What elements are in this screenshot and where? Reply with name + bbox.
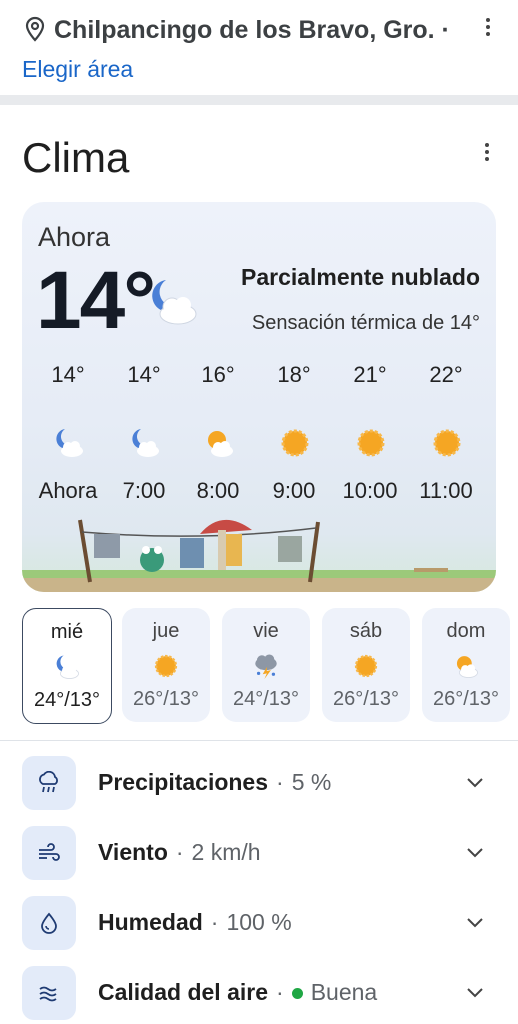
rain-cloud-icon xyxy=(39,771,58,793)
day-item[interactable]: dom 26°/13° xyxy=(422,608,510,722)
air-quality-icon-box xyxy=(22,966,76,1020)
wind-value: 2 km/h xyxy=(191,839,261,865)
chevron-down-icon[interactable] xyxy=(466,986,484,1000)
location-more-icon[interactable] xyxy=(484,18,492,40)
precipitation-row[interactable]: Precipitaciones · 5 % xyxy=(22,756,496,812)
day-item[interactable]: sáb 26°/13° xyxy=(322,608,410,722)
hour-time: 11:00 xyxy=(419,478,473,503)
thunderstorm-icon xyxy=(255,654,277,680)
sun-icon xyxy=(433,429,461,457)
hour-temp: 22° xyxy=(429,362,463,387)
location-title[interactable]: Chilpancingo de los Bravo, Gro. · xyxy=(54,16,450,45)
wind-row[interactable]: Viento · 2 km/h xyxy=(22,826,496,882)
hour-time: 9:00 xyxy=(272,478,316,503)
air-quality-row[interactable]: Calidad del aire · Buena xyxy=(22,966,496,1022)
precipitation-label: Precipitaciones · 5 % xyxy=(98,769,332,795)
location-pin-icon xyxy=(25,16,45,42)
precipitation-icon-box xyxy=(22,756,76,810)
location-bar: Chilpancingo de los Bravo, Gro. · Elegir… xyxy=(0,0,518,95)
day-name: dom xyxy=(446,620,486,642)
hour-temp: 16° xyxy=(201,362,235,387)
current-temperature: 14° xyxy=(36,255,156,346)
weather-illustration xyxy=(22,519,496,592)
night-partly-cloudy-icon xyxy=(56,655,79,679)
sun-icon xyxy=(281,429,309,457)
sun-icon xyxy=(154,654,178,678)
day-item-selected[interactable]: mié 24°/13° xyxy=(22,608,112,724)
night-partly-cloudy-icon xyxy=(56,429,83,457)
night-partly-cloudy-icon xyxy=(152,280,197,325)
wind-icon-box xyxy=(22,826,76,880)
humidity-row[interactable]: Humedad · 100 % xyxy=(22,896,496,952)
chevron-down-icon[interactable] xyxy=(466,916,484,930)
current-weather-card[interactable]: Ahora 14° Parcialmente nublado Sensación… xyxy=(22,202,496,592)
day-range: 24°/13° xyxy=(33,689,101,711)
status-dot-icon xyxy=(291,988,303,1000)
choose-area-link[interactable]: Elegir área xyxy=(22,56,133,83)
day-name: sáb xyxy=(349,620,383,642)
day-name: jue xyxy=(152,620,180,642)
sun-icon xyxy=(354,654,378,678)
day-range: 26°/13° xyxy=(332,688,400,710)
day-range: 26°/13° xyxy=(432,688,500,710)
air-quality-value: Buena xyxy=(310,979,378,1005)
chevron-down-icon[interactable] xyxy=(466,776,484,790)
day-range: 24°/13° xyxy=(232,688,300,710)
sun-cloud-icon xyxy=(208,431,233,457)
hour-time: 7:00 xyxy=(122,478,166,503)
precipitation-value: 5 % xyxy=(291,769,332,795)
day-item[interactable]: jue 26°/13° xyxy=(122,608,210,722)
daily-forecast[interactable]: mié 24°/13° jue 26°/13° vie 24°/13° sáb … xyxy=(22,608,518,726)
hour-temp: 21° xyxy=(353,362,387,387)
page-title: Clima xyxy=(22,134,130,181)
wind-label: Viento · 2 km/h xyxy=(98,839,261,865)
humidity-label: Humedad · 100 % xyxy=(98,909,292,935)
current-label: Ahora xyxy=(38,222,111,252)
hour-time: 8:00 xyxy=(196,478,240,503)
day-range: 26°/13° xyxy=(132,688,200,710)
condition-text: Parcialmente nublado xyxy=(240,264,480,290)
chevron-down-icon[interactable] xyxy=(466,846,484,860)
droplet-icon xyxy=(41,912,57,934)
section-separator xyxy=(0,740,518,741)
sun-cloud-icon xyxy=(456,656,478,678)
section-divider xyxy=(0,95,518,105)
hourly-forecast[interactable]: 14° Ahora 14° 7:00 16° 8:00 18° 9:00 21°… xyxy=(22,362,496,512)
day-name: vie xyxy=(253,620,279,642)
night-partly-cloudy-icon xyxy=(132,429,159,457)
air-quality-icon xyxy=(39,986,57,1002)
hour-temp: 14° xyxy=(51,362,85,387)
humidity-icon-box xyxy=(22,896,76,950)
air-quality-label: Calidad del aire · Buena xyxy=(98,979,378,1005)
day-item[interactable]: vie 24°/13° xyxy=(222,608,310,722)
weather-more-icon[interactable] xyxy=(483,143,491,165)
feels-like-text: Sensación térmica de 14° xyxy=(251,312,480,334)
humidity-value: 100 % xyxy=(226,909,292,935)
day-name: mié xyxy=(50,621,84,643)
wind-icon xyxy=(39,843,60,861)
hour-time: 10:00 xyxy=(342,478,398,503)
hour-temp: 18° xyxy=(277,362,311,387)
hour-temp: 14° xyxy=(127,362,161,387)
hour-time: Ahora xyxy=(38,478,98,503)
sun-icon xyxy=(357,429,385,457)
